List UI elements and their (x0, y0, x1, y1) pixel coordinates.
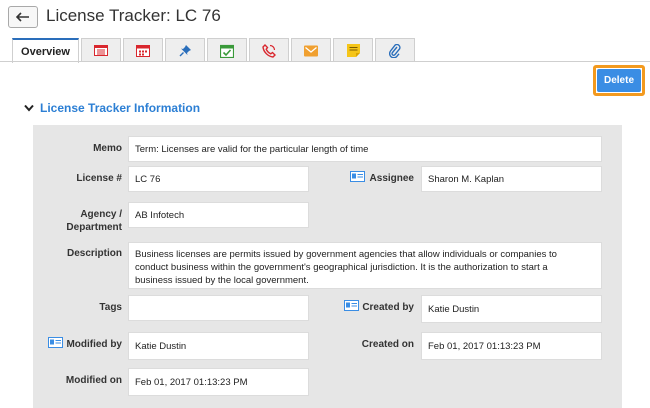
description-line: Business licenses are permits issued by … (135, 249, 557, 260)
tab-divider (0, 61, 650, 62)
back-arrow-icon (16, 12, 29, 22)
list-icon (94, 45, 108, 56)
agency-label-line2: Department (66, 222, 122, 233)
delete-button[interactable]: Delete (597, 69, 641, 92)
description-line: conduct business within the government's… (135, 262, 548, 273)
tab-pin[interactable] (165, 38, 205, 62)
description-label: Description (66, 248, 122, 259)
paperclip-icon (389, 43, 401, 58)
calendar-icon (136, 45, 150, 57)
contact-card-icon (344, 300, 359, 311)
tags-value[interactable] (128, 295, 309, 321)
back-button[interactable] (8, 6, 38, 28)
license-number-label: License # (76, 173, 122, 184)
tab-calendar[interactable] (123, 38, 163, 62)
tab-attachments[interactable] (375, 38, 415, 62)
tab-notes[interactable] (333, 38, 373, 62)
assignee-label: Assignee (369, 173, 414, 184)
contact-card-icon (350, 171, 365, 182)
tab-overview[interactable]: Overview (12, 38, 79, 63)
page-title: License Tracker: LC 76 (46, 6, 221, 25)
created-by-value[interactable]: Katie Dustin (421, 295, 602, 323)
chevron-down-icon[interactable] (24, 104, 34, 112)
assignee-value[interactable]: Sharon M. Kaplan (421, 166, 602, 192)
agency-value[interactable]: AB Infotech (128, 202, 309, 228)
modified-on-value[interactable]: Feb 01, 2017 01:13:23 PM (128, 368, 309, 396)
contact-card-icon (48, 337, 63, 348)
created-on-value[interactable]: Feb 01, 2017 01:13:23 PM (421, 332, 602, 360)
tab-email[interactable] (291, 38, 331, 62)
modified-by-value[interactable]: Katie Dustin (128, 332, 309, 360)
license-number-value[interactable]: LC 76 (128, 166, 309, 192)
memo-label: Memo (93, 143, 122, 154)
memo-value[interactable]: Term: Licenses are valid for the particu… (128, 136, 602, 162)
section-header[interactable]: License Tracker Information (24, 101, 200, 115)
pin-icon (179, 45, 191, 57)
task-check-icon (220, 44, 234, 58)
delete-button-highlight: Delete (593, 65, 645, 96)
section-title: License Tracker Information (40, 101, 201, 115)
modified-by-label: Modified by (66, 339, 122, 350)
tags-label: Tags (99, 302, 122, 313)
created-by-label: Created by (362, 302, 414, 313)
agency-label-line1: Agency / (80, 209, 122, 220)
description-line: business issued by the local government. (135, 275, 309, 286)
description-value[interactable]: Business licenses are permits issued by … (128, 242, 602, 289)
tab-bar: Overview (12, 38, 417, 63)
tab-calls[interactable] (249, 38, 289, 62)
phone-icon (262, 43, 276, 58)
created-on-label: Created on (361, 339, 414, 350)
tab-tasks[interactable] (207, 38, 247, 62)
tab-details[interactable] (81, 38, 121, 62)
email-icon (304, 45, 318, 56)
modified-on-label: Modified on (65, 375, 122, 386)
note-icon (346, 44, 360, 57)
